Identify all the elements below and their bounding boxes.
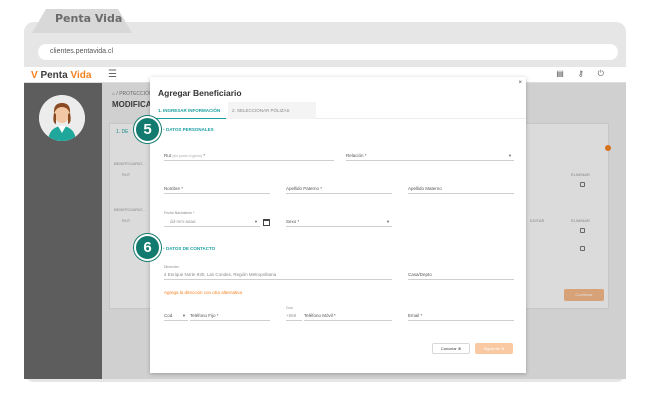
id-card-icon[interactable]: ▤ (556, 69, 578, 78)
telefono-movil-input[interactable]: Teléfono Móvil * (304, 311, 392, 321)
step-badge-5: 5 (134, 116, 161, 143)
key-icon[interactable]: ⚷ (578, 69, 598, 78)
logo-vida: Vida (70, 70, 92, 81)
cancel-button[interactable]: Cancelar ⊗ (432, 343, 470, 354)
section-personal-data: ◔ DATOS PERSONALES (162, 127, 214, 132)
tab-ingresar-informacion[interactable]: 1. INGRESAR INFORMACIÓN (154, 102, 226, 119)
address-bar[interactable]: clientes.pentavida.cl (38, 44, 618, 60)
next-button[interactable]: Siguiente ⊕ (475, 343, 513, 354)
cod-select[interactable]: Cod. ▼ (164, 311, 188, 321)
power-icon[interactable]: ⏻ (598, 69, 618, 78)
chevron-down-icon: ▼ (254, 219, 258, 224)
fecha-nacimiento-label: Fecha Nacimiento * (164, 211, 195, 215)
relacion-select[interactable]: Relación * ▼ (346, 151, 514, 161)
browser-tab-title: Penta Vida (55, 12, 123, 25)
menu-icon[interactable]: ☰ (108, 69, 117, 80)
fecha-nacimiento-input[interactable]: dd-mm-aaaa ▼ (164, 217, 260, 227)
apellido-materno-input[interactable]: Apellido Materno (408, 184, 514, 194)
sidebar (24, 83, 102, 379)
search-icon: ⌕ (164, 272, 167, 277)
close-icon[interactable]: × (518, 80, 522, 86)
modal-title: Agregar Beneficiario (158, 88, 242, 98)
calendar-icon[interactable] (263, 219, 270, 226)
logo[interactable]: V Penta Vida (31, 70, 91, 81)
section-contact-data: ◔ DATOS DE CONTACTO (162, 246, 216, 251)
tab-seleccionar-polizas[interactable]: 2. SELECCIONAR PÓLIZAS (228, 102, 316, 119)
step-badge-6: 6 (134, 234, 161, 261)
telefono-fijo-input[interactable]: Teléfono Fijo * (190, 311, 270, 321)
user-outline-icon: ◔ (162, 246, 165, 251)
cod-movil-value: +569 (286, 311, 302, 321)
top-icons: ▤⚷⏻ (556, 69, 618, 79)
nombre-input[interactable]: Nombre * (164, 184, 270, 194)
email-input[interactable]: Email * (408, 311, 514, 321)
chevron-down-icon: ▼ (508, 153, 512, 158)
user-icon (39, 95, 85, 141)
chevron-right-circle-icon: ⊕ (501, 346, 505, 351)
cod-label: Cod. (286, 306, 294, 310)
chevron-down-icon: ▼ (182, 313, 186, 318)
direccion-input[interactable]: ⌕ Enrique Norte 930, Las Condes, Región … (164, 270, 392, 280)
sexo-select[interactable]: Sexo * ▼ (286, 217, 392, 227)
add-beneficiary-modal: Agregar Beneficiario × 1. INGRESAR INFOR… (134, 77, 526, 373)
close-circle-icon: ⊗ (457, 346, 462, 351)
casa-depto-input[interactable]: Casa/Depto (408, 270, 514, 280)
logo-mark: V (31, 70, 38, 81)
chevron-down-icon: ▼ (386, 219, 390, 224)
avatar[interactable] (39, 95, 85, 141)
rut-input[interactable]: Rut (sin punto ni guión) * (164, 151, 334, 161)
user-outline-icon: ◔ (162, 127, 165, 132)
wizard-tabs: 1. INGRESAR INFORMACIÓN 2. SELECCIONAR P… (150, 102, 526, 119)
logo-penta: Penta (40, 70, 68, 81)
direccion-label: Dirección (164, 265, 179, 269)
alternate-address-link[interactable]: Agrega la dirección con otra alternativa (164, 290, 242, 295)
apellido-paterno-input[interactable]: Apellido Paterno * (286, 184, 392, 194)
